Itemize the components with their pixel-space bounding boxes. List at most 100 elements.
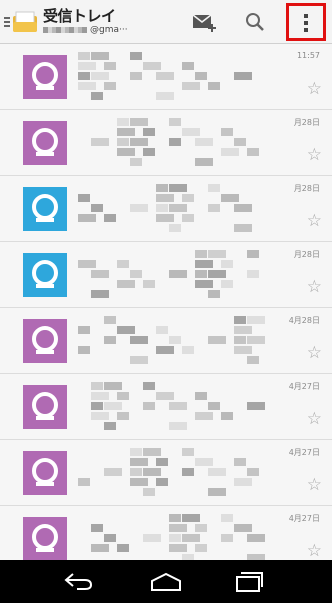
star-icon[interactable]: ☆ bbox=[307, 147, 322, 164]
overflow-menu-button[interactable] bbox=[286, 3, 326, 41]
blur-block bbox=[130, 138, 148, 146]
blur-block bbox=[195, 392, 207, 400]
blur-block bbox=[234, 224, 252, 232]
message-row[interactable]: 月28日 ☆ bbox=[0, 110, 332, 176]
avatar[interactable] bbox=[23, 121, 67, 165]
avatar[interactable] bbox=[23, 187, 67, 231]
blur-block bbox=[221, 128, 233, 136]
blur-block bbox=[104, 62, 116, 70]
blur-block bbox=[130, 336, 148, 344]
blur-block bbox=[208, 250, 226, 258]
blur-block bbox=[195, 280, 213, 288]
blur-block bbox=[182, 514, 200, 522]
blur-block bbox=[78, 82, 96, 90]
blur-block bbox=[156, 184, 168, 192]
message-row[interactable]: 4月28日 ☆ bbox=[0, 308, 332, 374]
blur-block bbox=[104, 336, 116, 344]
blur-block bbox=[156, 92, 174, 100]
star-icon[interactable]: ☆ bbox=[307, 279, 322, 296]
message-time: 4月28日 bbox=[288, 316, 320, 325]
blur-block bbox=[195, 458, 213, 466]
message-list[interactable]: 11:57 ☆ 月28日 ☆ 月28日 ☆ 月28日 ☆ 4月28日 ☆ 4月27日 ☆ 4月27日 ☆ 4… bbox=[0, 44, 332, 560]
blur-block bbox=[91, 72, 109, 80]
blur-block bbox=[78, 214, 96, 222]
blur-block bbox=[182, 448, 194, 456]
blur-block bbox=[182, 468, 194, 476]
blur-block bbox=[117, 392, 129, 400]
compose-icon[interactable] bbox=[190, 10, 220, 34]
blur-block bbox=[130, 356, 148, 364]
message-time: 月28日 bbox=[293, 250, 320, 259]
blur-block bbox=[221, 534, 233, 542]
message-row[interactable]: 11:57 ☆ bbox=[0, 44, 332, 110]
blur-block bbox=[78, 346, 90, 354]
blur-block bbox=[117, 412, 129, 420]
blur-block bbox=[117, 148, 135, 156]
blur-block bbox=[117, 138, 129, 146]
blur-block bbox=[195, 250, 207, 258]
blur-block bbox=[247, 534, 265, 542]
star-icon[interactable]: ☆ bbox=[307, 411, 322, 428]
blur-block bbox=[221, 194, 239, 202]
blur-block bbox=[208, 82, 220, 90]
blur-block bbox=[143, 488, 155, 496]
blur-block bbox=[195, 524, 207, 532]
avatar[interactable] bbox=[23, 385, 67, 429]
blur-block bbox=[208, 336, 226, 344]
blur-block bbox=[143, 534, 161, 542]
star-icon[interactable]: ☆ bbox=[307, 477, 322, 494]
navigation-bar bbox=[0, 560, 332, 603]
message-preview-blurred bbox=[78, 448, 259, 496]
recents-icon[interactable] bbox=[234, 571, 264, 593]
star-icon[interactable]: ☆ bbox=[307, 345, 322, 362]
star-icon[interactable]: ☆ bbox=[307, 213, 322, 230]
search-icon[interactable] bbox=[243, 10, 267, 34]
blur-block bbox=[91, 402, 103, 410]
blur-block bbox=[104, 316, 116, 324]
blur-block bbox=[78, 326, 90, 334]
message-row[interactable]: 月28日 ☆ bbox=[0, 242, 332, 308]
message-row[interactable]: 4月27日 ☆ bbox=[0, 374, 332, 440]
inbox-icon[interactable] bbox=[12, 10, 38, 34]
blur-block bbox=[78, 194, 90, 202]
blur-block bbox=[117, 128, 135, 136]
message-preview-blurred bbox=[78, 316, 265, 364]
avatar[interactable] bbox=[23, 55, 67, 99]
blur-block bbox=[78, 62, 96, 70]
home-icon[interactable] bbox=[150, 572, 182, 592]
blur-block bbox=[247, 468, 259, 476]
blur-block bbox=[91, 392, 109, 400]
blur-block bbox=[130, 72, 142, 80]
avatar[interactable] bbox=[23, 451, 67, 495]
blur-block bbox=[117, 326, 135, 334]
blur-block bbox=[156, 346, 174, 354]
avatar[interactable] bbox=[23, 253, 67, 297]
avatar[interactable] bbox=[23, 517, 67, 560]
star-icon[interactable]: ☆ bbox=[307, 543, 322, 560]
blur-block bbox=[104, 402, 122, 410]
blur-block bbox=[169, 524, 187, 532]
blur-block bbox=[247, 402, 265, 410]
blur-block bbox=[208, 184, 220, 192]
blur-block bbox=[247, 270, 259, 278]
blur-block bbox=[143, 402, 155, 410]
message-row[interactable]: 月28日 ☆ bbox=[0, 176, 332, 242]
avatar[interactable] bbox=[23, 319, 67, 363]
blur-block bbox=[195, 270, 207, 278]
blur-block bbox=[247, 148, 259, 156]
blur-block bbox=[91, 92, 103, 100]
star-icon[interactable]: ☆ bbox=[307, 81, 322, 98]
back-icon[interactable] bbox=[63, 571, 95, 591]
blur-block bbox=[130, 478, 148, 486]
blur-block bbox=[156, 214, 174, 222]
message-row[interactable]: 4月27日 ☆ bbox=[0, 506, 332, 560]
menu-lines-icon[interactable] bbox=[4, 17, 10, 29]
blur-block bbox=[247, 356, 259, 364]
blur-block bbox=[130, 468, 142, 476]
message-row[interactable]: 4月27日 ☆ bbox=[0, 440, 332, 506]
blur-block bbox=[234, 72, 252, 80]
blur-block bbox=[117, 544, 129, 552]
blur-block bbox=[234, 316, 246, 324]
blur-block bbox=[130, 204, 148, 212]
blur-block bbox=[143, 382, 155, 390]
